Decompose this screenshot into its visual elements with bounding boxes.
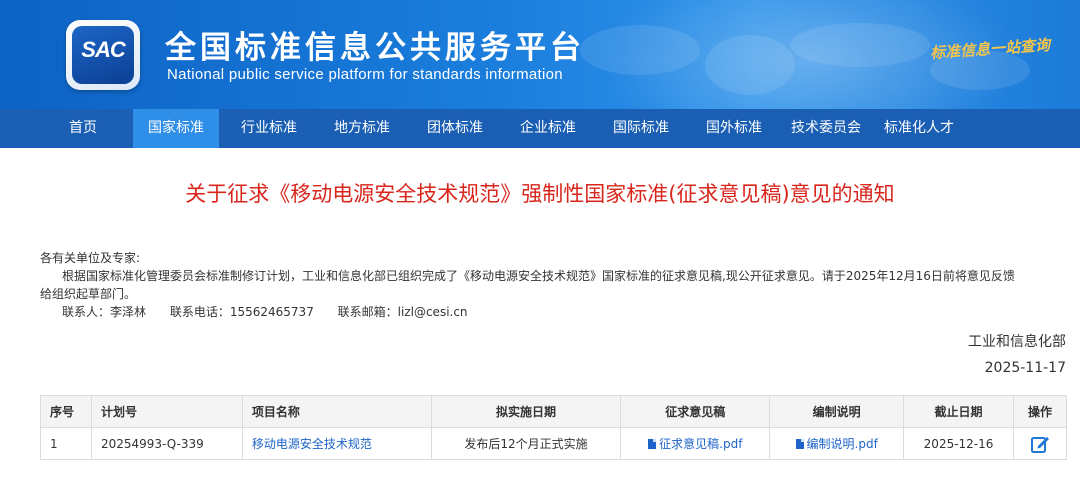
col-header-explanation: 编制说明	[769, 395, 905, 428]
notice-salutation: 各有关单位及专家:	[40, 251, 141, 265]
logo-text: SAC	[81, 37, 125, 62]
edit-icon[interactable]	[1030, 434, 1050, 454]
draft-pdf-link[interactable]: 征求意见稿.pdf	[648, 437, 742, 451]
file-icon	[795, 439, 804, 449]
file-icon	[648, 439, 657, 449]
col-header-deadline: 截止日期	[903, 395, 1014, 428]
col-header-draft: 征求意见稿	[620, 395, 771, 428]
notice-paragraph-line1: 根据国家标准化管理委员会标准制修订计划，工业和信息化部已组织完成了《移动电源安全…	[62, 269, 1015, 283]
standards-table: 序号 计划号 项目名称 拟实施日期 征求意见稿 编制说明 截止日期 操作 1 2…	[40, 395, 1067, 460]
notice-contact-line: 联系人：李泽林 联系电话：15562465737 联系邮箱：lizl@cesi.…	[40, 303, 488, 321]
cell-implement-date: 发布后12个月正式实施	[430, 427, 622, 460]
cell-draft: 征求意见稿.pdf	[620, 427, 771, 460]
cell-explanation: 编制说明.pdf	[769, 427, 905, 460]
contact-email: 联系邮箱：lizl@cesi.cn	[337, 305, 468, 319]
nav-item-standardization-talent[interactable]: 标准化人才	[874, 109, 964, 148]
nav-item-industry-standards[interactable]: 行业标准	[226, 109, 312, 148]
cell-plan-no: 20254993-Q-339	[90, 427, 243, 460]
notice-title: 关于征求《移动电源安全技术规范》强制性国家标准(征求意见稿)意见的通知	[185, 182, 895, 206]
nav-item-technical-committee[interactable]: 技术委员会	[781, 109, 871, 148]
site-title: 全国标准信息公共服务平台	[165, 30, 585, 66]
col-header-implement-date: 拟实施日期	[430, 395, 622, 428]
project-link[interactable]: 移动电源安全技术规范	[252, 437, 372, 451]
col-header-action: 操作	[1013, 395, 1067, 428]
sac-logo[interactable]: SAC	[66, 20, 140, 90]
cell-index: 1	[40, 427, 92, 460]
table-row: 1 20254993-Q-339 移动电源安全技术规范 发布后12个月正式实施 …	[40, 427, 1067, 460]
cell-deadline: 2025-12-16	[903, 427, 1014, 460]
issue-date: 2025-11-17	[984, 360, 1066, 376]
nav-item-international-standards[interactable]: 国际标准	[598, 109, 684, 148]
table-header-row: 序号 计划号 项目名称 拟实施日期 征求意见稿 编制说明 截止日期 操作	[40, 395, 1067, 428]
col-header-project: 项目名称	[241, 395, 432, 428]
draft-pdf-label: 征求意见稿.pdf	[659, 437, 743, 451]
explanation-pdf-label: 编制说明.pdf	[806, 437, 878, 451]
explanation-pdf-link[interactable]: 编制说明.pdf	[795, 437, 878, 451]
issuer-name: 工业和信息化部	[968, 334, 1066, 350]
nav-item-foreign-standards[interactable]: 国外标准	[691, 109, 777, 148]
notice-paragraph-line2: 给组织起草部门。	[40, 287, 137, 301]
cell-action	[1013, 427, 1067, 460]
site-header: SAC 全国标准信息公共服务平台 National public service…	[0, 0, 1080, 109]
col-header-plan-no: 计划号	[90, 395, 243, 428]
main-nav: 首页 国家标准 行业标准 地方标准 团体标准 企业标准 国际标准 国外标准 技术…	[0, 109, 1080, 148]
nav-item-local-standards[interactable]: 地方标准	[319, 109, 405, 148]
site-subtitle: National public service platform for sta…	[167, 66, 563, 83]
col-header-index: 序号	[40, 395, 92, 428]
nav-item-home[interactable]: 首页	[40, 109, 126, 148]
contact-phone: 联系电话：15562465737	[169, 305, 314, 319]
cell-project: 移动电源安全技术规范	[241, 427, 432, 460]
nav-item-national-standards[interactable]: 国家标准	[133, 109, 219, 148]
nav-item-group-standards[interactable]: 团体标准	[412, 109, 498, 148]
contact-person: 联系人：李泽林	[62, 305, 147, 319]
nav-item-enterprise-standards[interactable]: 企业标准	[505, 109, 591, 148]
